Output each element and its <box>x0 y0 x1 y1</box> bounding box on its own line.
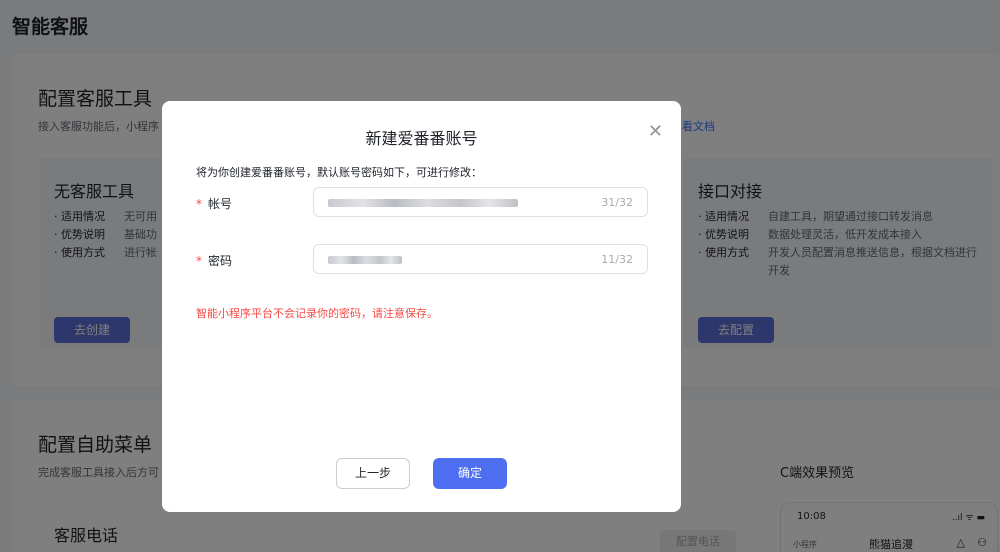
modal-hint: 将为你创建爱番番账号，默认账号密码如下，可进行修改： <box>196 166 482 179</box>
account-input[interactable]: 31/32 <box>313 187 648 217</box>
password-value-masked <box>328 256 402 264</box>
password-input[interactable]: 11/32 <box>313 244 648 274</box>
password-warning: 智能小程序平台不会记录你的密码，请注意保存。 <box>196 307 438 320</box>
account-label: * 帐号 <box>196 197 233 211</box>
prev-step-button[interactable]: 上一步 <box>336 458 410 489</box>
required-mark: * <box>196 254 202 268</box>
confirm-button[interactable]: 确定 <box>433 458 507 489</box>
account-value-masked <box>328 199 518 207</box>
account-char-count: 31/32 <box>601 196 633 209</box>
close-icon[interactable]: ✕ <box>648 123 663 141</box>
create-account-modal: 新建爱番番账号 ✕ 将为你创建爱番番账号，默认账号密码如下，可进行修改： * 帐号… <box>162 101 681 512</box>
password-char-count: 11/32 <box>601 253 633 266</box>
modal-title: 新建爱番番账号 <box>365 129 478 148</box>
password-label: * 密码 <box>196 254 233 268</box>
required-mark: * <box>196 197 202 211</box>
